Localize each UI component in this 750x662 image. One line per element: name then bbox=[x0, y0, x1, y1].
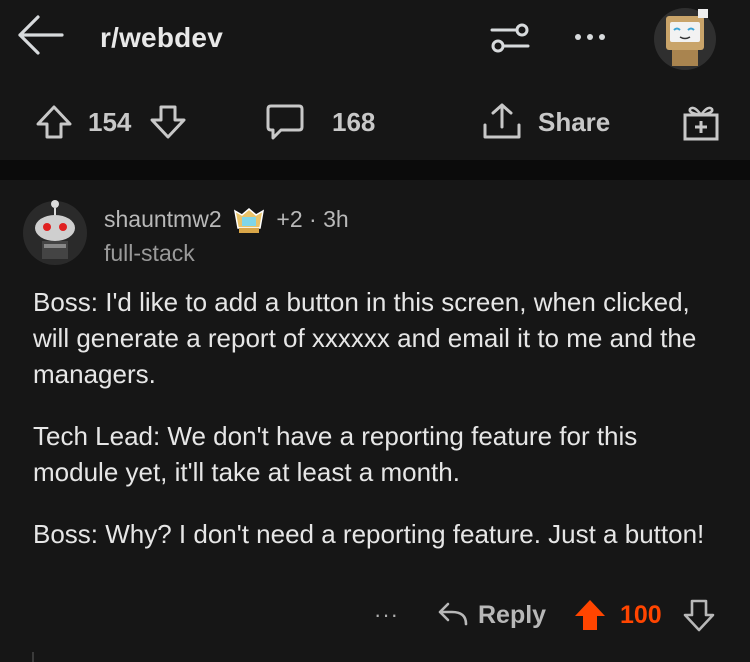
comment-upvote-button[interactable] bbox=[572, 590, 608, 640]
more-horizontal-icon bbox=[575, 34, 581, 40]
reply-button[interactable]: Reply bbox=[436, 590, 546, 640]
comment-count: 168 bbox=[332, 106, 376, 137]
downvote-button[interactable] bbox=[148, 84, 188, 160]
comment-age: 3h bbox=[323, 206, 349, 233]
award-badge-icon bbox=[233, 208, 265, 233]
subreddit-title[interactable]: r/webdev bbox=[100, 22, 223, 54]
comment-paragraph: Boss: Why? I don't need a reporting feat… bbox=[33, 519, 705, 549]
sliders-icon bbox=[490, 23, 530, 53]
snoo-avatar-icon bbox=[23, 200, 87, 265]
filter-button[interactable] bbox=[488, 18, 532, 58]
upvote-count: 154 bbox=[88, 106, 132, 137]
user-avatar[interactable] bbox=[650, 4, 720, 70]
post-action-bar: 154 168 Share bbox=[0, 84, 750, 160]
comment-body: Boss: I'd like to add a button in this s… bbox=[33, 284, 723, 578]
award-button[interactable] bbox=[680, 84, 722, 160]
upvote-icon bbox=[36, 105, 72, 139]
comment-score: 100 bbox=[620, 600, 662, 629]
comment-paragraph: Boss: I'd like to add a button in this s… bbox=[33, 287, 697, 389]
comment-meta: shauntmw2 +2 · 3h bbox=[104, 206, 349, 236]
share-icon bbox=[483, 103, 521, 139]
meta-separator: · bbox=[309, 206, 317, 233]
upvote-filled-icon bbox=[575, 600, 605, 630]
comment-icon bbox=[266, 104, 304, 140]
comment-downvote-button[interactable] bbox=[682, 590, 716, 640]
reply-label: Reply bbox=[478, 600, 547, 629]
arrow-left-icon bbox=[18, 15, 64, 55]
comment-actions: ··· Reply 100 bbox=[0, 590, 750, 650]
award-count: +2 bbox=[276, 206, 303, 233]
user-flair: full-stack bbox=[104, 240, 195, 266]
back-button[interactable] bbox=[14, 12, 64, 58]
award-icon bbox=[683, 106, 719, 141]
section-divider bbox=[0, 160, 750, 180]
comment-more-button[interactable]: ··· bbox=[374, 590, 399, 640]
share-label[interactable]: Share bbox=[538, 84, 610, 160]
upvote-button[interactable] bbox=[34, 84, 74, 160]
comment-username[interactable]: shauntmw2 bbox=[104, 206, 222, 232]
avatar-robot-icon bbox=[654, 8, 716, 70]
downvote-icon bbox=[683, 599, 715, 632]
downvote-icon bbox=[150, 105, 186, 139]
top-bar: r/webdev bbox=[0, 0, 750, 78]
more-options-button[interactable] bbox=[567, 22, 613, 52]
thread-line bbox=[32, 652, 34, 662]
share-button[interactable] bbox=[480, 84, 524, 160]
commenter-avatar[interactable] bbox=[22, 196, 88, 266]
comment: shauntmw2 +2 · 3h full-stack Boss: I'd l… bbox=[0, 180, 750, 662]
comments-button[interactable] bbox=[264, 84, 306, 160]
comment-paragraph: Tech Lead: We don't have a reporting fea… bbox=[33, 421, 638, 487]
reply-arrow-icon bbox=[438, 602, 468, 626]
